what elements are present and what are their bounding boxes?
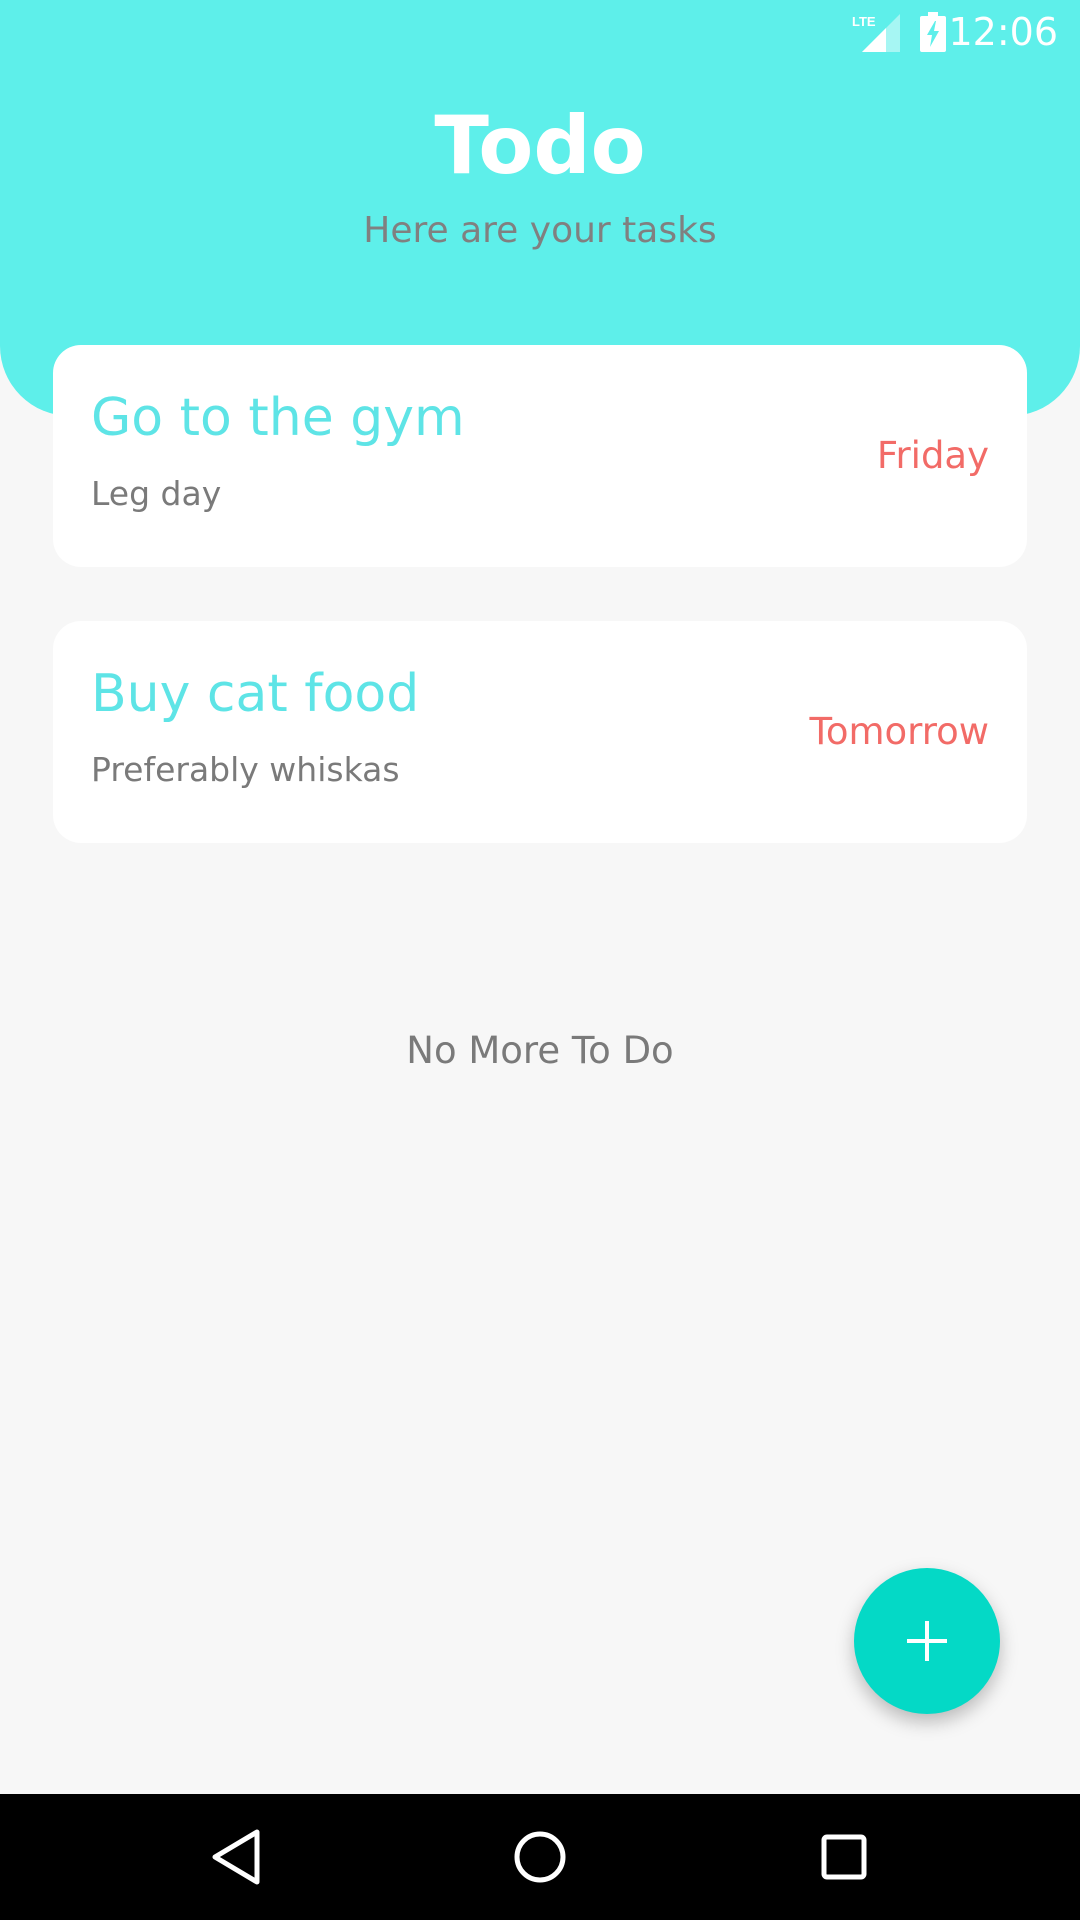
plus-icon [907,1621,947,1661]
task-title: Buy cat food [91,664,420,724]
task-due-date: Tomorrow [809,710,990,753]
navigation-bar [0,1794,1080,1920]
lte-signal-icon: LTE [852,14,900,52]
empty-list-message: No More To Do [406,1029,674,1072]
task-note: Leg day [91,474,222,513]
task-due-date: Friday [876,434,989,477]
status-bar: LTE 12:06 [0,0,1080,64]
status-clock: 12:06 [948,10,1058,54]
svg-text:LTE: LTE [852,14,876,29]
task-title: Go to the gym [91,388,465,448]
task-card[interactable]: Go to the gym Leg day Friday [53,345,1027,567]
page-title: Todo [434,99,646,192]
recent-apps-icon[interactable] [811,1824,877,1890]
page-subtitle: Here are your tasks [363,210,717,251]
home-icon[interactable] [507,1824,573,1890]
add-task-button[interactable] [854,1568,1000,1714]
task-note: Preferably whiskas [91,750,400,789]
battery-charging-icon [920,12,946,52]
task-card[interactable]: Buy cat food Preferably whiskas Tomorrow [53,621,1027,843]
back-icon[interactable] [203,1824,269,1890]
